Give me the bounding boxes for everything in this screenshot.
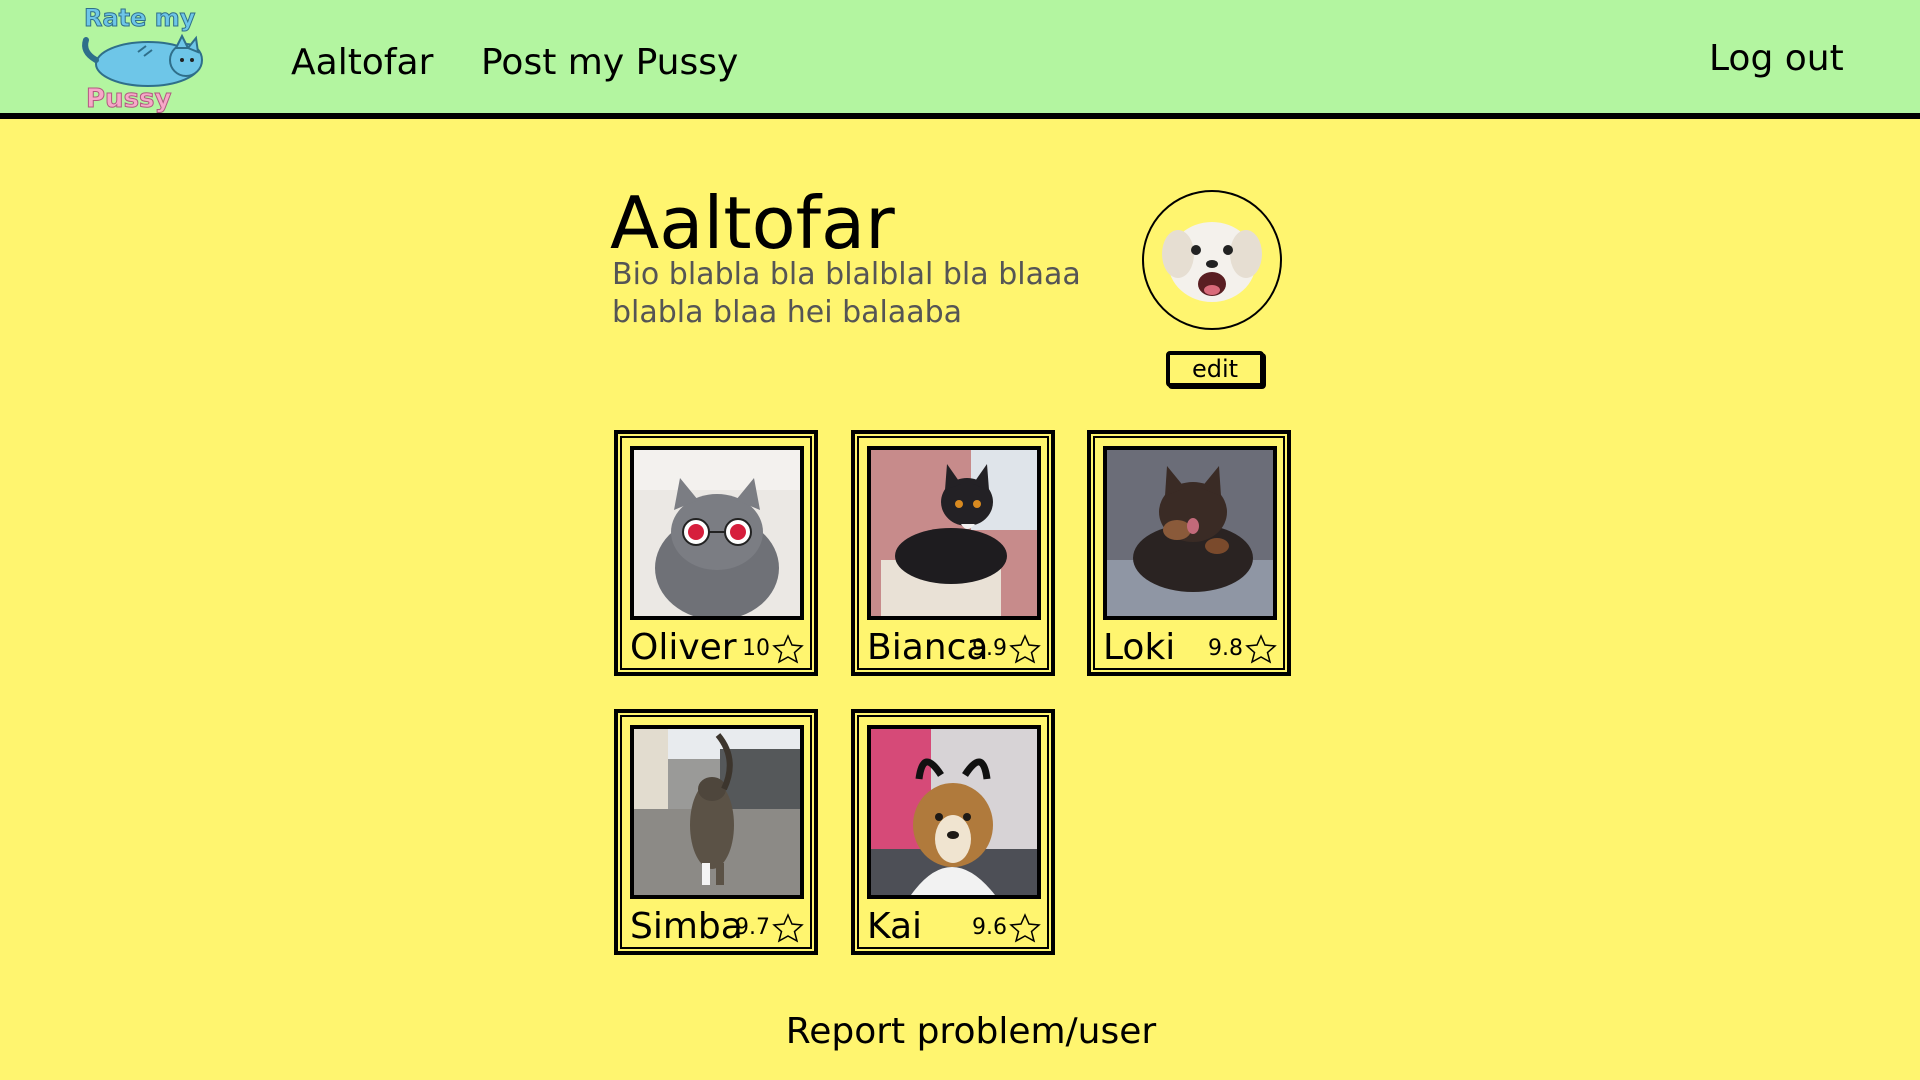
tortoiseshell-cat-icon bbox=[1107, 450, 1273, 616]
rating-value: 9.9 bbox=[972, 636, 1007, 661]
pet-card-bianca[interactable]: Bianca 9.9 bbox=[851, 430, 1055, 676]
pet-rating: 9.8 bbox=[1208, 634, 1277, 664]
edit-profile-button[interactable]: edit bbox=[1166, 351, 1264, 387]
pet-name: Kai bbox=[867, 906, 923, 947]
pet-name: Oliver bbox=[630, 627, 737, 668]
logo-text-top: Rate my bbox=[83, 4, 196, 33]
pet-photo bbox=[630, 446, 804, 620]
star-icon[interactable] bbox=[772, 913, 804, 943]
dog-avatar-icon bbox=[1162, 222, 1262, 302]
pet-rating: 10 bbox=[742, 634, 804, 664]
pet-card-oliver[interactable]: Oliver 10 bbox=[614, 430, 818, 676]
report-problem-link[interactable]: Report problem/user bbox=[0, 1009, 1920, 1055]
star-icon[interactable] bbox=[1245, 634, 1277, 664]
pet-card-kai[interactable]: Kai 9.6 bbox=[851, 709, 1055, 955]
logo-text-bottom: Pussy bbox=[85, 84, 172, 115]
pet-rating: 9.9 bbox=[972, 634, 1041, 664]
pet-photo bbox=[1103, 446, 1277, 620]
rating-value: 9.8 bbox=[1208, 636, 1243, 661]
pet-card-loki[interactable]: Loki 9.8 bbox=[1087, 430, 1291, 676]
nav-link-post[interactable]: Post my Pussy bbox=[481, 40, 738, 86]
rating-value: 9.6 bbox=[972, 915, 1007, 940]
black-cat-icon bbox=[871, 450, 1037, 616]
site-logo[interactable]: Rate my Pussy bbox=[78, 4, 214, 120]
cat-with-sunglasses-icon bbox=[634, 450, 800, 616]
profile-bio: Bio blabla bla blalblal bla blaaa blabla… bbox=[612, 256, 1082, 332]
top-nav: Rate my Pussy Aaltofar Post my Pussy Log… bbox=[0, 0, 1920, 119]
dog-with-cat-ears-icon bbox=[871, 729, 1037, 895]
star-icon[interactable] bbox=[772, 634, 804, 664]
pet-card-simba[interactable]: Simba 9.7 bbox=[614, 709, 818, 955]
pet-photo bbox=[867, 725, 1041, 899]
bio-line-2: blabla blaa hei balaaba bbox=[612, 295, 963, 330]
pet-rating: 9.7 bbox=[735, 913, 804, 943]
star-icon[interactable] bbox=[1009, 634, 1041, 664]
tabby-cat-icon bbox=[634, 729, 800, 895]
pet-name: Loki bbox=[1103, 627, 1176, 668]
pet-photo bbox=[630, 725, 804, 899]
profile-name: Aaltofar bbox=[610, 181, 895, 265]
star-icon[interactable] bbox=[1009, 913, 1041, 943]
bio-line-1: Bio blabla bla blalblal bla blaaa bbox=[612, 257, 1081, 292]
pet-photo bbox=[867, 446, 1041, 620]
rating-value: 9.7 bbox=[735, 915, 770, 940]
pet-name: Simba bbox=[630, 906, 743, 947]
pet-rating: 9.6 bbox=[972, 913, 1041, 943]
profile-avatar[interactable] bbox=[1142, 190, 1282, 330]
rating-value: 10 bbox=[742, 636, 770, 661]
nav-link-user-profile[interactable]: Aaltofar bbox=[291, 40, 433, 86]
pet-name: Bianca bbox=[867, 627, 989, 668]
logout-link[interactable]: Log out bbox=[1709, 36, 1844, 82]
